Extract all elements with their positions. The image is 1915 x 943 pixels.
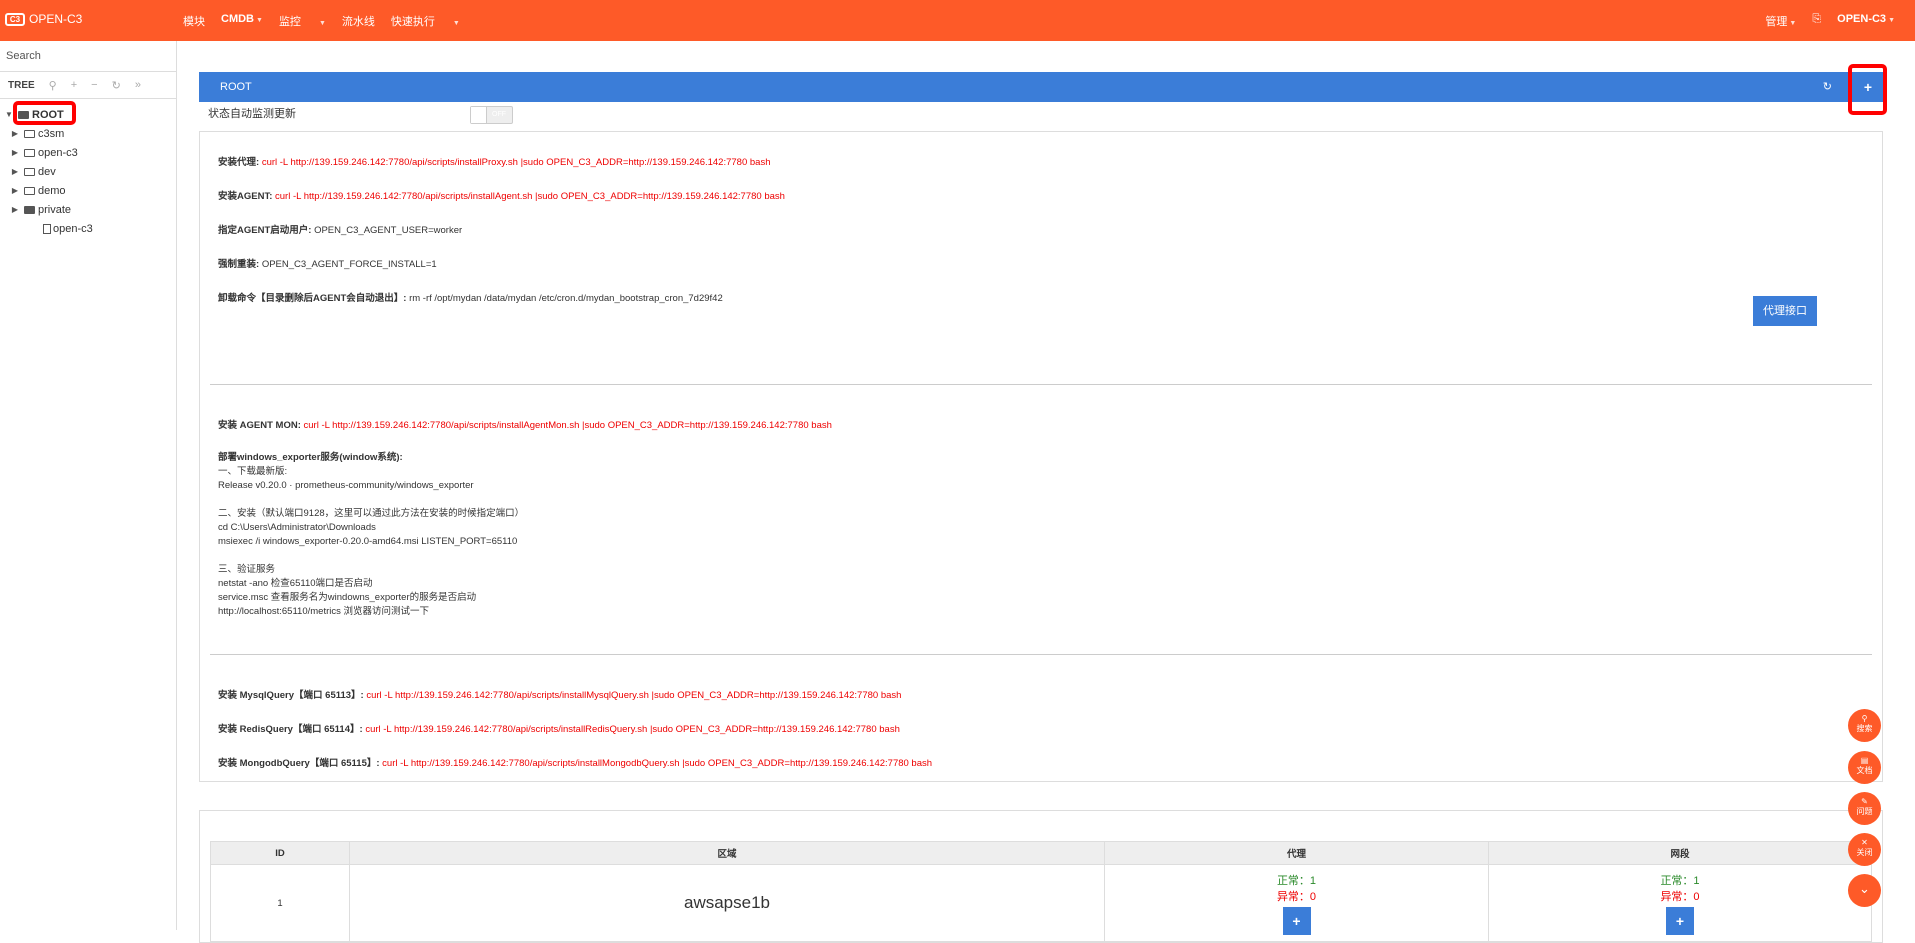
status-row: 状态自动监测更新 OFF: [199, 102, 1883, 126]
node-title-bar: ROOT ↻ +: [199, 72, 1883, 102]
region-table: ID 区域 代理 网段 1 awsapse1b 正常：1 异常：0 + 正常：1…: [210, 841, 1872, 942]
toggle-label: OFF: [492, 111, 506, 118]
nav-monitor[interactable]: 监控 ▼: [279, 13, 326, 29]
table-header: ID 区域 代理 网段: [210, 841, 1872, 865]
status-label: 状态自动监测更新: [208, 108, 296, 120]
docs-fab[interactable]: ▤ 文档: [1848, 751, 1881, 784]
tree-label: TREE: [8, 79, 35, 91]
chevron-down-icon: ▼: [318, 20, 326, 27]
chevron-right-icon[interactable]: ▶: [10, 186, 20, 195]
install-agent-cmd: curl -L http://139.159.246.142:7780/api/…: [275, 191, 785, 202]
agent-mon-line: 安装 AGENT MON: curl -L http://139.159.246…: [218, 420, 832, 431]
language-icon[interactable]: ⎘: [1812, 13, 1821, 29]
book-icon: ▤: [1860, 756, 1869, 765]
force-install-line: 强制重装: OPEN_C3_AGENT_FORCE_INSTALL=1: [218, 259, 437, 270]
windows-exporter-title: 部署windows_exporter服务(window系统):: [218, 452, 403, 463]
tree-node-demo[interactable]: ▶ demo: [0, 181, 176, 200]
mongodb-query-cmd: curl -L http://139.159.246.142:7780/api/…: [382, 758, 933, 769]
refresh-icon[interactable]: ↻: [1823, 72, 1832, 102]
close-fab[interactable]: ✕ 关闭: [1848, 833, 1881, 866]
sidebar: Search TREE ⚲ + − ↻ » ▼ ROOT ▶ c3sm ▶ op…: [0, 41, 177, 930]
folder-open-icon: [24, 205, 35, 214]
folder-icon: [24, 148, 35, 157]
install-proxy-cmd: curl -L http://139.159.246.142:7780/api/…: [261, 157, 771, 168]
search-icon: ⚲: [1861, 714, 1868, 723]
tree-node-dev[interactable]: ▶ dev: [0, 162, 176, 181]
folder-icon: [24, 167, 35, 176]
proxy-bad-count: 异常：0: [1276, 890, 1317, 903]
tree-leaf-open-c3[interactable]: open-c3: [0, 219, 176, 238]
nav-pipeline[interactable]: 流水线: [342, 13, 375, 29]
remove-node-icon[interactable]: −: [91, 79, 97, 91]
nav-modules[interactable]: 模块: [183, 13, 205, 29]
redis-query-cmd: curl -L http://139.159.246.142:7780/api/…: [365, 724, 900, 735]
right-nav: 管理 ▼ ⎘ OPEN-C3 ▼: [1733, 13, 1895, 29]
chevron-down-icon: ▼: [1789, 20, 1797, 27]
tree-node-c3sm[interactable]: ▶ c3sm: [0, 124, 176, 143]
chevron-down-icon: ▼: [256, 17, 263, 24]
folder-icon: [24, 186, 35, 195]
collapse-fab[interactable]: ⌄: [1848, 874, 1881, 907]
refresh-icon[interactable]: ↻: [112, 79, 121, 92]
subnet-bad-count: 异常：0: [1660, 890, 1700, 903]
expand-icon[interactable]: »: [135, 79, 141, 91]
nav-admin[interactable]: 管理 ▼: [1749, 13, 1796, 29]
agent-user-line: 指定AGENT启动用户: OPEN_C3_AGENT_USER=worker: [218, 225, 463, 236]
auto-update-toggle[interactable]: OFF: [470, 106, 513, 124]
col-subnet: 网段: [1488, 841, 1872, 865]
locate-icon[interactable]: ⚲: [49, 79, 57, 92]
close-icon: ✕: [1861, 838, 1868, 847]
add-subnet-button[interactable]: +: [1666, 906, 1694, 935]
add-proxy-button[interactable]: +: [1282, 906, 1311, 935]
double-chevron-down-icon: ⌄: [1859, 881, 1870, 896]
node-title: ROOT: [220, 81, 252, 93]
nav-quick-exec[interactable]: 快速执行 ▼: [391, 13, 460, 29]
tree-node-private[interactable]: ▶ private: [0, 200, 176, 219]
col-id: ID: [210, 841, 350, 865]
install-panel: 安装代理: curl -L http://139.159.246.142:778…: [199, 131, 1883, 782]
install-agent-line: 安装AGENT: curl -L http://139.159.246.142:…: [218, 191, 785, 202]
main-content: ROOT ↻ + 状态自动监测更新 OFF 安装代理: curl -L http…: [199, 72, 1883, 943]
mongodb-query-line: 安装 MongodbQuery【端口 65115】: curl -L http:…: [218, 758, 933, 769]
highlight-box: [1848, 64, 1887, 115]
brand-logo[interactable]: C3 OPEN-C3: [5, 12, 82, 26]
proxy-interface-button[interactable]: 代理接口: [1753, 296, 1817, 326]
top-navbar: C3 OPEN-C3 模块 CMDB ▼ 监控 ▼ 流水线 快速执行 ▼ 管理 ▼ ⎘ …: [0, 0, 1915, 41]
proxy-ok-count: 正常：1: [1276, 874, 1317, 887]
chevron-right-icon[interactable]: ▶: [10, 167, 20, 176]
chevron-down-icon[interactable]: ▶: [10, 205, 20, 214]
region-table-panel: ID 区域 代理 网段 1 awsapse1b 正常：1 异常：0 + 正常：1…: [199, 810, 1883, 943]
uninstall-line: 卸载命令【目录删除后AGENT会自动退出】: rm -rf /opt/mydan…: [218, 293, 723, 304]
search-input[interactable]: Search: [0, 41, 176, 72]
folder-icon: [24, 129, 35, 138]
add-node-icon[interactable]: +: [71, 79, 77, 91]
install-proxy-line: 安装代理: curl -L http://139.159.246.142:778…: [218, 157, 771, 168]
logo-icon: C3: [5, 12, 25, 26]
brand-name: OPEN-C3: [29, 12, 83, 26]
nav-user[interactable]: OPEN-C3 ▼: [1837, 13, 1895, 29]
issue-fab[interactable]: ✎ 问题: [1848, 792, 1881, 825]
col-proxy: 代理: [1104, 841, 1489, 865]
file-icon: [43, 223, 51, 234]
nav-cmdb[interactable]: CMDB ▼: [221, 13, 263, 29]
chevron-down-icon: ▼: [452, 20, 460, 27]
main-nav: 模块 CMDB ▼ 监控 ▼ 流水线 快速执行 ▼: [183, 13, 476, 29]
col-region: 区域: [349, 841, 1105, 865]
chevron-right-icon[interactable]: ▶: [10, 148, 20, 157]
mysql-query-line: 安装 MysqlQuery【端口 65113】: curl -L http://…: [218, 690, 902, 701]
windows-exporter-block: 部署windows_exporter服务(window系统): 一、下载最新版:…: [218, 452, 525, 617]
subnet-ok-count: 正常：1: [1660, 874, 1700, 887]
highlight-box: [13, 101, 76, 125]
tree-toolbar: TREE ⚲ + − ↻ »: [0, 72, 176, 99]
redis-query-line: 安装 RedisQuery【端口 65114】: curl -L http://…: [218, 724, 900, 735]
toggle-knob: [471, 107, 487, 123]
chevron-down-icon: ▼: [1888, 17, 1895, 24]
chevron-right-icon[interactable]: ▶: [10, 129, 20, 138]
tree-node-open-c3[interactable]: ▶ open-c3: [0, 143, 176, 162]
search-fab[interactable]: ⚲ 搜索: [1848, 709, 1881, 742]
edit-icon: ✎: [1861, 797, 1868, 806]
agent-mon-cmd: curl -L http://139.159.246.142:7780/api/…: [303, 420, 832, 431]
mysql-query-cmd: curl -L http://139.159.246.142:7780/api/…: [366, 690, 902, 701]
